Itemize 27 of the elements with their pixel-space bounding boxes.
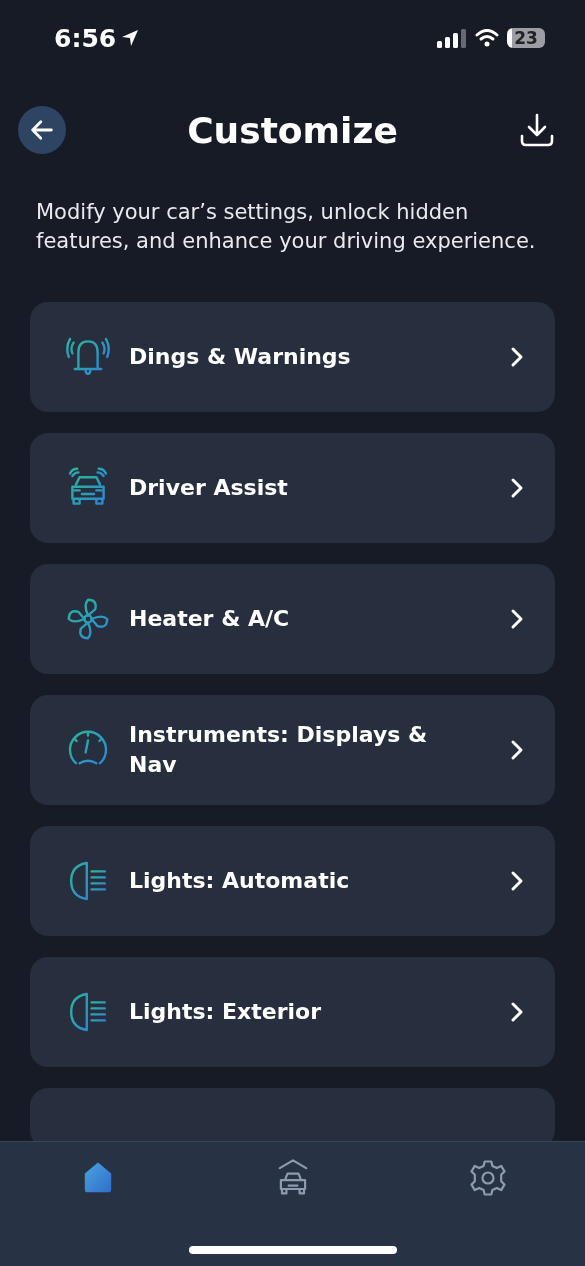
menu-item[interactable]: Driver Assist <box>30 433 555 543</box>
item-label: Lights: Automatic <box>129 867 351 895</box>
page-title: Customize <box>187 109 398 151</box>
signal-icon <box>437 28 467 48</box>
download-icon[interactable] <box>519 112 555 148</box>
menu-item[interactable]: Lights: Exterior <box>30 957 555 1067</box>
menu-item[interactable]: Lights: Automatic <box>30 826 555 936</box>
item-label: Driver Assist <box>129 474 289 502</box>
wifi-icon <box>475 29 499 47</box>
chevron-right-icon <box>509 1000 525 1024</box>
item-label: Dings & Warnings <box>129 343 352 371</box>
chevron-right-icon <box>509 345 525 369</box>
chevron-right-icon <box>509 607 525 631</box>
back-button[interactable] <box>18 106 66 154</box>
chevron-right-icon <box>509 738 525 762</box>
item-label: Lights: Exterior <box>129 998 323 1026</box>
chevron-right-icon <box>509 476 525 500</box>
location-arrow-icon <box>120 28 141 48</box>
battery-icon: 23 <box>507 28 545 48</box>
chevron-right-icon <box>509 869 525 893</box>
menu-item[interactable]: Instruments: Displays & Nav <box>30 695 555 805</box>
item-label: Instruments: Displays & Nav <box>129 721 429 779</box>
menu-item[interactable]: Dings & Warnings <box>30 302 555 412</box>
item-label: Heater & A/C <box>129 605 291 633</box>
clock-time: 6:56 <box>54 23 117 53</box>
description-text: Modify your car’s settings, unlock hidden features, and enhance your driving experience. <box>36 199 537 255</box>
menu-item[interactable]: Heater & A/C <box>30 564 555 674</box>
